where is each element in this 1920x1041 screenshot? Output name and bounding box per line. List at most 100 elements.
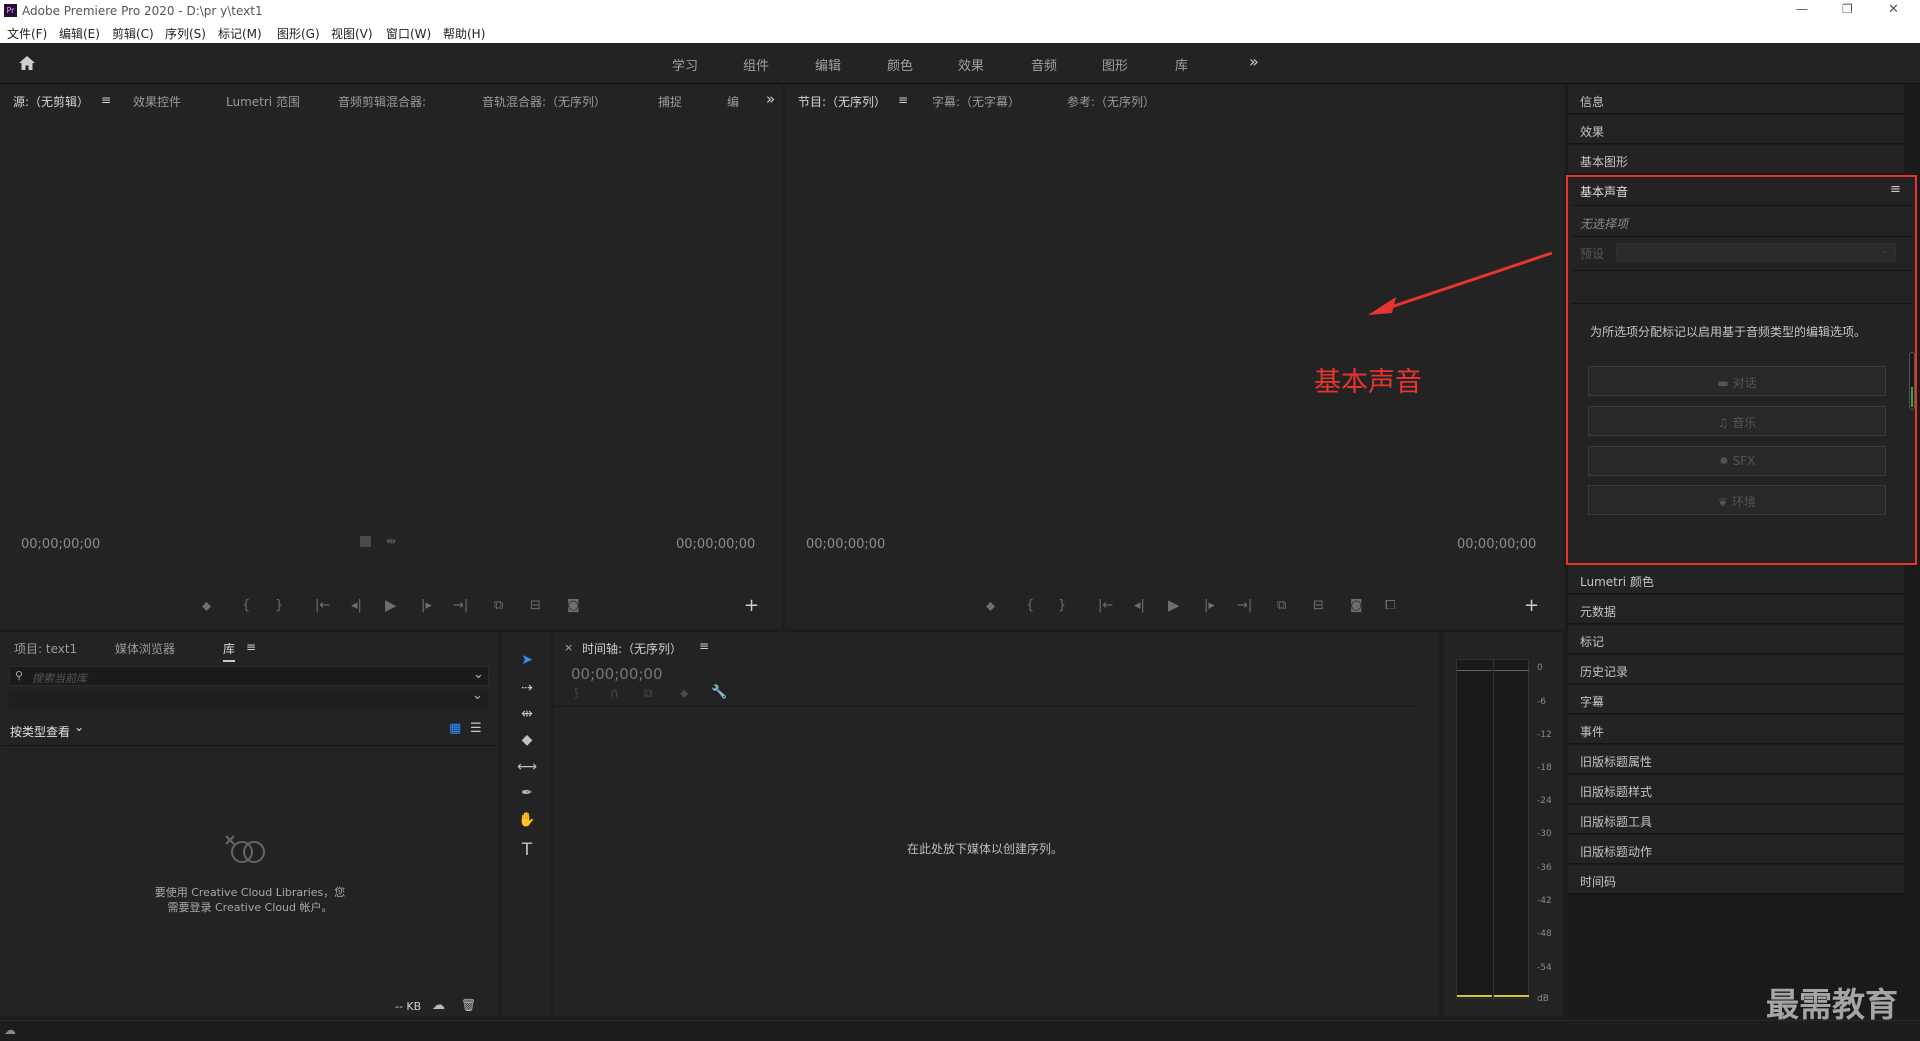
workspace-editing[interactable]: 编辑 (815, 55, 841, 74)
panel-captions[interactable]: 字幕 (1568, 685, 1904, 714)
sfx-button[interactable]: ✸ SFX (1588, 446, 1886, 476)
close-button[interactable]: ✕ (1888, 2, 1899, 17)
panel-legacy-title-tools[interactable]: 旧版标题工具 (1568, 805, 1904, 834)
selection-tool-icon[interactable]: ➤ (516, 652, 538, 674)
program-viewer[interactable] (786, 113, 1563, 613)
linked-selection-icon[interactable]: ∩ (610, 686, 619, 700)
wrench-icon[interactable]: 🔧 (711, 685, 727, 700)
timeline-timecode[interactable]: 00;00;00;00 (571, 665, 663, 683)
tab-lumetri-scopes[interactable]: Lumetri 范围 (226, 93, 300, 110)
tab-media-browser[interactable]: 媒体浏览器 (115, 640, 175, 657)
workspace-audio[interactable]: 音频 (1031, 55, 1057, 74)
panel-legacy-title-properties[interactable]: 旧版标题属性 (1568, 745, 1904, 774)
slip-tool-icon[interactable]: ⟷ (516, 759, 538, 781)
trash-icon[interactable]: 🗑 (461, 998, 476, 1012)
mark-out-icon[interactable]: } (1058, 598, 1066, 613)
insert-icon[interactable]: ⧉ (494, 598, 503, 613)
panel-legacy-title-styles[interactable]: 旧版标题样式 (1568, 775, 1904, 804)
menu-sequence[interactable]: 序列(S) (165, 25, 206, 42)
grid-view-icon[interactable]: ▦ (449, 721, 461, 736)
tab-truncated[interactable]: 编 (727, 93, 739, 110)
workspaces-overflow-icon[interactable]: » (1249, 52, 1259, 71)
music-button[interactable]: ♫ 音乐 (1588, 406, 1886, 436)
search-box[interactable]: ⚲ 搜索当前库 ⌄ (9, 666, 489, 686)
add-marker-icon[interactable]: ⬥ (202, 599, 211, 614)
go-to-out-icon[interactable]: →| (1237, 598, 1252, 613)
panel-effects[interactable]: 效果 (1568, 115, 1904, 144)
panel-scrollbar[interactable] (1909, 352, 1915, 410)
snap-icon[interactable]: ⟆ (574, 686, 579, 700)
chevron-down-icon[interactable]: ⌄ (74, 720, 84, 734)
search-input[interactable]: 搜索当前库 (32, 670, 87, 686)
menu-view[interactable]: 视图(V) (331, 25, 373, 42)
menu-graphics[interactable]: 图形(G) (277, 25, 320, 42)
library-selector[interactable]: ⌄ (9, 688, 489, 708)
ambience-button[interactable]: ❦ 环境 (1588, 485, 1886, 515)
workspace-color[interactable]: 颜色 (887, 55, 913, 74)
nest-icon[interactable]: ⧉ (644, 686, 653, 701)
workspace-assembly[interactable]: 组件 (743, 55, 769, 74)
mark-out-icon[interactable]: } (275, 598, 283, 613)
program-playhead-timecode[interactable]: 00;00;00;00 (806, 537, 885, 552)
tab-source[interactable]: 源:（无剪辑） (13, 93, 90, 115)
source-playhead-timecode[interactable]: 00;00;00;00 (21, 537, 100, 552)
panel-info[interactable]: 信息 (1568, 85, 1904, 114)
preset-dropdown[interactable]: ⌄ (1616, 243, 1896, 262)
status-icon[interactable]: ☁ (4, 1023, 16, 1037)
tab-capture[interactable]: 捕捉 (658, 93, 682, 110)
dialogue-button[interactable]: ▬ 对话 (1588, 366, 1886, 396)
panel-metadata[interactable]: 元数据 (1568, 595, 1904, 624)
timeline-menu-icon[interactable]: ≡ (699, 639, 709, 653)
menu-clip[interactable]: 剪辑(C) (112, 25, 154, 42)
workspace-libraries[interactable]: 库 (1175, 55, 1188, 74)
panel-timecode[interactable]: 时间码 (1568, 865, 1904, 894)
export-frame-icon[interactable]: ◙ (1350, 598, 1363, 613)
cloud-sync-icon[interactable]: ☁ (432, 998, 445, 1013)
overwrite-icon[interactable]: ⊟ (530, 598, 541, 613)
add-button-icon[interactable]: + (1524, 595, 1539, 616)
restore-button[interactable]: ❐ (1842, 2, 1853, 16)
chevron-down-icon[interactable]: ⌄ (473, 667, 484, 682)
step-forward-icon[interactable]: |▸ (1204, 598, 1215, 613)
panel-history[interactable]: 历史记录 (1568, 655, 1904, 684)
extract-icon[interactable]: ⊟ (1313, 598, 1324, 613)
settings-icon[interactable]: ⇹ (386, 534, 396, 548)
hand-tool-icon[interactable]: ✋ (516, 812, 538, 834)
tab-effect-controls[interactable]: 效果控件 (133, 93, 181, 110)
fit-dropdown-icon[interactable] (360, 536, 371, 547)
panel-lumetri-color[interactable]: Lumetri 颜色 (1568, 565, 1904, 594)
tab-audio-track-mixer[interactable]: 音轨混合器:（无序列） (482, 93, 606, 110)
comparison-view-icon[interactable]: ⧠ (1385, 598, 1395, 613)
panel-legacy-title-actions[interactable]: 旧版标题动作 (1568, 835, 1904, 864)
tab-project[interactable]: 项目: text1 (14, 640, 77, 657)
step-back-icon[interactable]: ◂| (351, 598, 362, 613)
play-icon[interactable]: ▶ (1168, 596, 1180, 614)
program-menu-icon[interactable]: ≡ (898, 93, 908, 107)
tab-program[interactable]: 节目:（无序列） (798, 93, 887, 115)
tab-libraries[interactable]: 库 (223, 640, 236, 662)
lift-icon[interactable]: ⧉ (1277, 598, 1286, 613)
libraries-menu-icon[interactable]: ≡ (246, 640, 256, 654)
export-frame-icon[interactable]: ◙ (567, 598, 580, 613)
menu-edit[interactable]: 编辑(E) (59, 25, 100, 42)
timeline-title[interactable]: 时间轴:（无序列） (582, 640, 682, 657)
view-by-type-dropdown[interactable]: 按类型查看 (10, 723, 70, 740)
home-icon[interactable] (18, 55, 36, 71)
type-tool-icon[interactable]: T (516, 840, 538, 862)
add-button-icon[interactable]: + (744, 595, 759, 616)
tab-captions[interactable]: 字幕:（无字幕） (932, 93, 1020, 110)
workspace-graphics[interactable]: 图形 (1102, 55, 1128, 74)
panel-events[interactable]: 事件 (1568, 715, 1904, 744)
step-back-icon[interactable]: ◂| (1134, 598, 1145, 613)
panel-essential-graphics[interactable]: 基本图形 (1568, 145, 1904, 174)
add-marker-icon[interactable]: ⬥ (680, 686, 688, 701)
tabs-overflow-icon[interactable]: » (766, 90, 775, 108)
menu-window[interactable]: 窗口(W) (386, 25, 431, 42)
go-to-in-icon[interactable]: |← (1098, 598, 1113, 613)
razor-tool-icon[interactable]: ◆ (516, 732, 538, 754)
step-forward-icon[interactable]: |▸ (421, 598, 432, 613)
panel-markers[interactable]: 标记 (1568, 625, 1904, 654)
workspace-learn[interactable]: 学习 (672, 55, 698, 74)
pen-tool-icon[interactable]: ✒ (516, 785, 538, 807)
mark-in-icon[interactable]: { (1026, 598, 1034, 613)
